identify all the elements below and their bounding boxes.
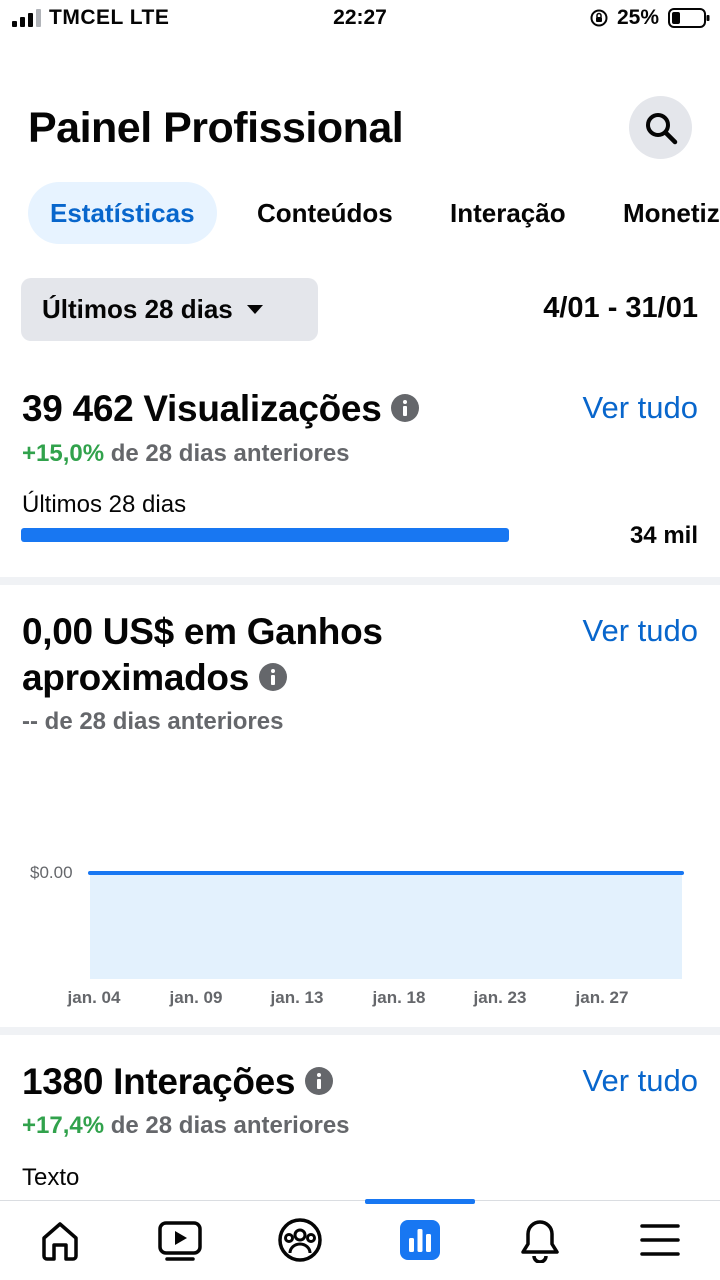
chart-x-tick-label: jan. 27 — [575, 988, 629, 1007]
clock: 22:27 — [333, 6, 387, 29]
views-see-all-link[interactable]: Ver tudo — [583, 390, 698, 426]
battery-icon — [668, 8, 710, 28]
section-divider — [0, 1027, 720, 1035]
interactions-bar-label: Texto — [22, 1164, 80, 1191]
views-compare: +15,0% de 28 dias anteriores — [22, 440, 350, 468]
views-bar-value: 34 mil — [629, 522, 698, 549]
date-range: 4/01 - 31/01 — [543, 292, 698, 324]
earnings-see-all-link[interactable]: Ver tudo — [583, 613, 698, 649]
status-bar: TMCEL LTE 22:27 25% — [0, 0, 720, 38]
nav-video[interactable] — [155, 1215, 205, 1265]
nav-notifications[interactable] — [515, 1215, 565, 1265]
earnings-title-line1: 0,00 US$ em Ganhos — [22, 611, 383, 652]
chart-x-tick-label: jan. 09 — [169, 988, 223, 1007]
bottom-nav — [0, 1199, 720, 1280]
bell-icon — [521, 1220, 559, 1263]
chart-x-tick-label: jan. 04 — [67, 988, 121, 1007]
views-title-text: 39 462 Visualizações — [22, 388, 382, 429]
interactions-title-text: 1380 Interações — [22, 1061, 296, 1102]
period-dropdown[interactable]: Últimos 28 dias — [21, 278, 318, 341]
chart-y-tick-label: $0.00 — [30, 863, 73, 882]
nav-home[interactable] — [35, 1215, 85, 1265]
nav-menu[interactable] — [635, 1215, 685, 1265]
chart-x-tick-label: jan. 23 — [473, 988, 527, 1007]
info-icon[interactable] — [259, 663, 287, 692]
search-button[interactable] — [629, 96, 692, 159]
tab-statistics[interactable]: Estatísticas — [28, 182, 217, 244]
nav-groups[interactable] — [275, 1215, 325, 1265]
chart-x-tick-label: jan. 13 — [270, 988, 324, 1007]
views-title: 39 462 Visualizações — [22, 386, 420, 432]
tab-bar: Estatísticas Conteúdos Interação Monetiz… — [0, 182, 720, 246]
views-bar-label: Últimos 28 dias — [22, 491, 187, 518]
views-compare-text: de 28 dias anteriores — [110, 440, 350, 467]
tab-monetization[interactable]: Monetização — [623, 182, 720, 244]
period-dropdown-label: Últimos 28 dias — [42, 294, 233, 324]
home-icon — [42, 1222, 78, 1261]
tab-content[interactable]: Conteúdos — [257, 182, 393, 244]
chart-x-tick-label: jan. 18 — [372, 988, 426, 1007]
groups-icon — [278, 1218, 322, 1262]
caret-down-icon — [246, 305, 263, 314]
views-progress-bar — [21, 528, 509, 542]
earnings-compare: -- de 28 dias anteriores — [22, 708, 284, 735]
earnings-title: 0,00 US$ em Ganhos aproximados — [22, 609, 383, 701]
info-icon[interactable] — [391, 394, 420, 423]
info-icon[interactable] — [305, 1067, 334, 1096]
section-divider — [0, 577, 720, 585]
tab-interaction[interactable]: Interação — [450, 182, 566, 244]
earnings-chart: $0.00 jan. 04 jan. 09 jan. 13 jan. 18 jan. 23… — [30, 863, 684, 1007]
battery-percent: 25% — [617, 6, 660, 29]
interactions-compare: +17,4% de 28 dias anteriores — [22, 1112, 350, 1140]
interactions-change: +17,4% — [22, 1112, 105, 1139]
nav-professional-dashboard[interactable] — [395, 1215, 445, 1265]
page-title: Painel Profissional — [28, 104, 404, 152]
video-icon — [158, 1221, 202, 1261]
views-change: +15,0% — [22, 440, 105, 467]
chart-area-fill — [90, 873, 682, 979]
rotation-lock-icon — [590, 9, 608, 27]
active-tab-indicator — [365, 1199, 475, 1204]
search-icon — [645, 112, 677, 144]
menu-icon — [640, 1224, 680, 1256]
dashboard-icon — [400, 1220, 440, 1260]
interactions-see-all-link[interactable]: Ver tudo — [583, 1063, 698, 1099]
earnings-title-line2: aproximados — [22, 657, 249, 698]
interactions-compare-text: de 28 dias anteriores — [110, 1112, 350, 1139]
interactions-title: 1380 Interações — [22, 1059, 334, 1105]
